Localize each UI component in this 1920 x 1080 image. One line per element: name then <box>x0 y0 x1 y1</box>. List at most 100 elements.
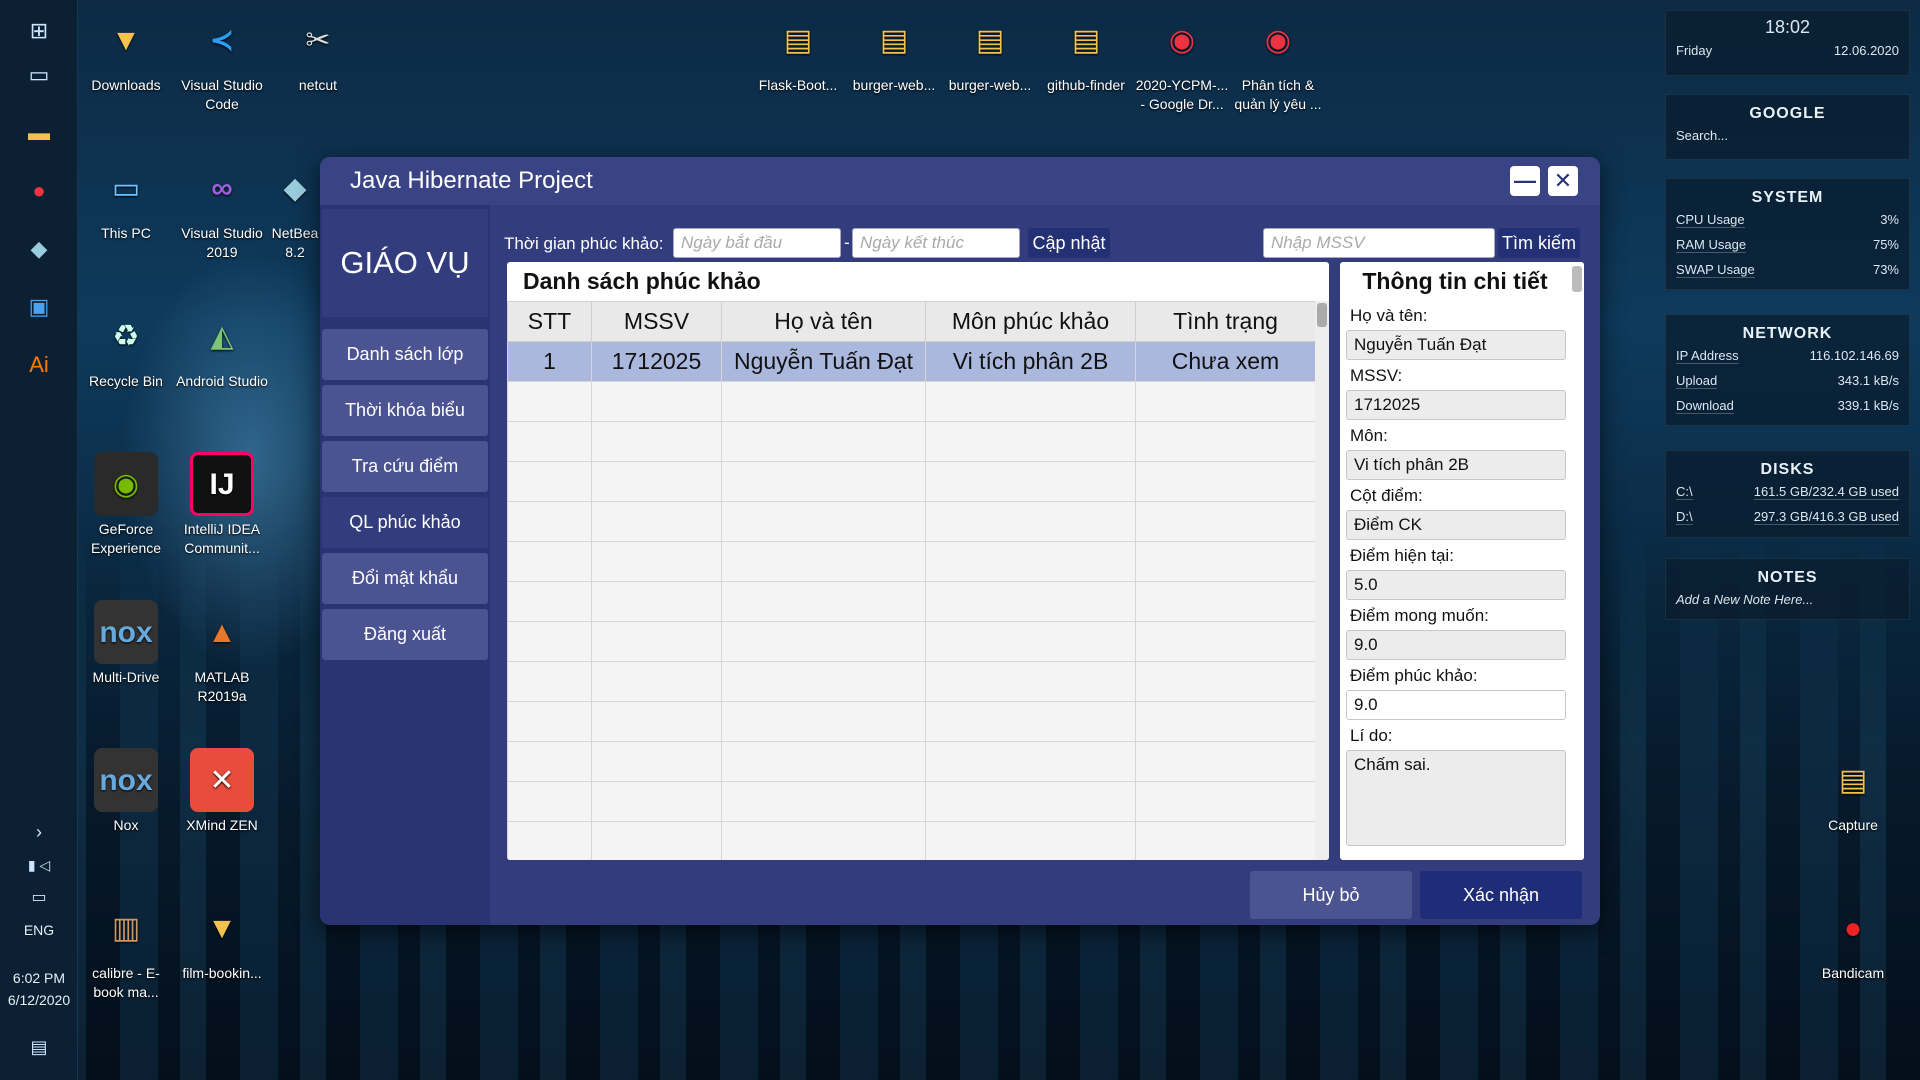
desktop-icon-calibre[interactable]: ▥ calibre - E-book ma... <box>78 896 174 1002</box>
desktop-icon-github-finder[interactable]: ▤ github-finder <box>1038 8 1134 95</box>
file-explorer-icon[interactable]: ▬ <box>22 116 56 150</box>
nox-icon: nox <box>94 600 158 664</box>
desktop-icon-android-studio[interactable]: ◭ Android Studio <box>174 304 270 391</box>
windows-start-icon[interactable]: ⊞ <box>22 14 56 48</box>
desktop-icon-geforce[interactable]: ◉ GeForce Experience <box>78 452 174 558</box>
column-header-tinh-trang[interactable]: Tình trạng <box>1135 301 1316 342</box>
empty-row <box>507 381 1316 422</box>
google-widget-title: GOOGLE <box>1749 105 1826 122</box>
system-row: CPU Usage 3% <box>1676 211 1899 228</box>
sidebar-item-dang-xuat[interactable]: Đăng xuất <box>322 609 488 660</box>
notes-widget-title: NOTES <box>1757 569 1818 586</box>
table-row[interactable]: 1 1712025 Nguyễn Tuấn Đạt Vi tích phân 2… <box>507 341 1316 382</box>
column-header-mon[interactable]: Môn phúc khảo <box>925 301 1136 342</box>
google-widget: GOOGLE Search... <box>1665 94 1910 160</box>
clock-time: 18:02 <box>1764 17 1811 37</box>
sidebar-item-tra-cuu-diem[interactable]: Tra cứu điểm <box>322 441 488 492</box>
empty-row <box>507 781 1316 822</box>
detail-field-cot-diem[interactable]: Điểm CK <box>1346 510 1566 540</box>
desktop-icon-capture[interactable]: ▤ Capture <box>1805 748 1901 835</box>
taskbar-time[interactable]: 6:02 PM <box>0 970 78 986</box>
battery-volume-icon[interactable]: ▮ ◁ <box>22 848 56 882</box>
desktop-icon-film-booking[interactable]: ▼ film-bookin... <box>174 896 270 983</box>
sidebar-item-doi-mat-khau[interactable]: Đổi mật khẩu <box>322 553 488 604</box>
update-button[interactable]: Cập nhật <box>1028 228 1110 258</box>
matlab-icon: ▲ <box>207 615 237 649</box>
system-widget: SYSTEM CPU Usage 3% RAM Usage 75% SWAP Usa… <box>1665 178 1910 290</box>
notes-add-input[interactable]: Add a New Note Here... <box>1666 587 1909 612</box>
detail-label-mssv: MSSV: <box>1350 366 1403 385</box>
detail-scrollbar-thumb[interactable] <box>1572 266 1582 292</box>
chrome-taskbar-icon[interactable]: ● <box>22 174 56 208</box>
folder-icon: ▤ <box>879 23 909 57</box>
detail-field-diem-hien-tai[interactable]: 5.0 <box>1346 570 1566 600</box>
desktop-icon-phan-tich[interactable]: ◉ Phân tích & quản lý yêu ... <box>1230 8 1326 114</box>
confirm-button[interactable]: Xác nhận <box>1420 871 1582 919</box>
detail-field-mon[interactable]: Vi tích phân 2B <box>1346 450 1566 480</box>
cell-stt: 1 <box>507 341 592 382</box>
desktop-icon-visual-studio[interactable]: ∞ Visual Studio 2019 <box>174 156 270 262</box>
disk-row: C:\ 161.5 GB/232.4 GB used <box>1676 483 1899 500</box>
desktop-icon-google-drive[interactable]: ◉ 2020-YCPM-... - Google Dr... <box>1134 8 1230 114</box>
sidebar-item-ql-phuc-khao[interactable]: QL phúc khảo <box>322 497 488 548</box>
column-header-stt[interactable]: STT <box>507 301 592 342</box>
sidebar-item-danh-sach-lop[interactable]: Danh sách lớp <box>322 329 488 380</box>
task-view-icon[interactable]: ▭ <box>22 58 56 92</box>
column-header-mssv[interactable]: MSSV <box>591 301 722 342</box>
desktop-icon-recycle-bin[interactable]: ♻ Recycle Bin <box>78 304 174 391</box>
minimize-button[interactable]: — <box>1510 166 1540 196</box>
start-date-input[interactable]: Ngày bắt đầu <box>673 228 841 258</box>
clock-widget: 18:02 Friday 12.06.2020 <box>1665 10 1910 76</box>
system-widget-title: SYSTEM <box>1751 189 1824 206</box>
disk-row: D:\ 297.3 GB/416.3 GB used <box>1676 508 1899 525</box>
desktop-icon-intellij[interactable]: IJ IntelliJ IDEA Communit... <box>174 452 270 558</box>
photos-icon[interactable]: ▣ <box>22 290 56 324</box>
chrome-icon: ◉ <box>1168 23 1196 57</box>
review-list-panel: Danh sách phúc khảo STT MSSV Họ và tên M… <box>507 262 1329 860</box>
end-date-input[interactable]: Ngày kết thúc <box>852 228 1020 258</box>
desktop-icon-vscode[interactable]: ≺ Visual Studio Code <box>174 8 270 114</box>
column-header-ho-ten[interactable]: Họ và tên <box>721 301 926 342</box>
desktop-icon-nox[interactable]: nox Nox <box>78 748 174 835</box>
desktop-icon-xmind[interactable]: ✕ XMind ZEN <box>174 748 270 835</box>
detail-scrollbar[interactable] <box>1570 262 1584 860</box>
desktop-icon-netcut[interactable]: ✂ netcut <box>270 8 366 95</box>
network-widget: NETWORK IP Address 116.102.146.69 Upload 3… <box>1665 314 1910 426</box>
illustrator-icon[interactable]: Ai <box>22 348 56 382</box>
mssv-search-input[interactable]: Nhập MSSV <box>1263 228 1495 258</box>
empty-row <box>507 661 1316 702</box>
table-scrollbar-thumb[interactable] <box>1317 303 1327 327</box>
network-row: Download 339.1 kB/s <box>1676 397 1899 414</box>
taskbar-date[interactable]: 6/12/2020 <box>0 992 78 1008</box>
desktop-icon-burger-web-1[interactable]: ▤ burger-web... <box>846 8 942 95</box>
app-cube-icon[interactable]: ◆ <box>22 232 56 266</box>
table-scrollbar[interactable] <box>1315 301 1329 860</box>
desktop-icon-bandicam[interactable]: ● Bandicam <box>1805 896 1901 983</box>
system-row: SWAP Usage 73% <box>1676 261 1899 278</box>
desktop-icon-downloads[interactable]: ▼ Downloads <box>78 8 174 95</box>
desktop-icon-netbeans[interactable]: ◆ NetBea 8.2 <box>270 156 320 262</box>
detail-field-diem-phuc-khao[interactable]: 9.0 <box>1346 690 1566 720</box>
network-icon[interactable]: ▭ <box>22 880 56 914</box>
sidebar-item-thoi-khoa-bieu[interactable]: Thời khóa biểu <box>322 385 488 436</box>
search-button[interactable]: Tìm kiếm <box>1498 228 1580 258</box>
desktop-icon-burger-web-2[interactable]: ▤ burger-web... <box>942 8 1038 95</box>
desktop-icon-flask-boot[interactable]: ▤ Flask-Boot... <box>750 8 846 95</box>
visual-studio-icon: ∞ <box>211 171 233 205</box>
empty-row <box>507 741 1316 782</box>
detail-field-mssv[interactable]: 1712025 <box>1346 390 1566 420</box>
desktop-icon-matlab[interactable]: ▲ MATLAB R2019a <box>174 600 270 706</box>
close-button[interactable]: ✕ <box>1548 166 1578 196</box>
detail-field-diem-mong-muon[interactable]: 9.0 <box>1346 630 1566 660</box>
detail-field-li-do[interactable]: Chấm sai. <box>1346 750 1566 846</box>
desktop-icon-this-pc[interactable]: ▭ This PC <box>78 156 174 243</box>
detail-field-ho-ten[interactable]: Nguyễn Tuấn Đạt <box>1346 330 1566 360</box>
cancel-button[interactable]: Hủy bỏ <box>1250 871 1412 919</box>
chevron-right-icon[interactable]: › <box>22 815 56 849</box>
scissors-icon: ✂ <box>305 23 331 57</box>
notification-icon[interactable]: ▤ <box>22 1030 56 1064</box>
window-titlebar[interactable]: Java Hibernate Project — ✕ <box>320 157 1600 205</box>
language-indicator[interactable]: ENG <box>0 922 78 938</box>
desktop-icon-multi-drive[interactable]: nox Multi-Drive <box>78 600 174 687</box>
google-search-input[interactable]: Search... <box>1666 123 1909 148</box>
